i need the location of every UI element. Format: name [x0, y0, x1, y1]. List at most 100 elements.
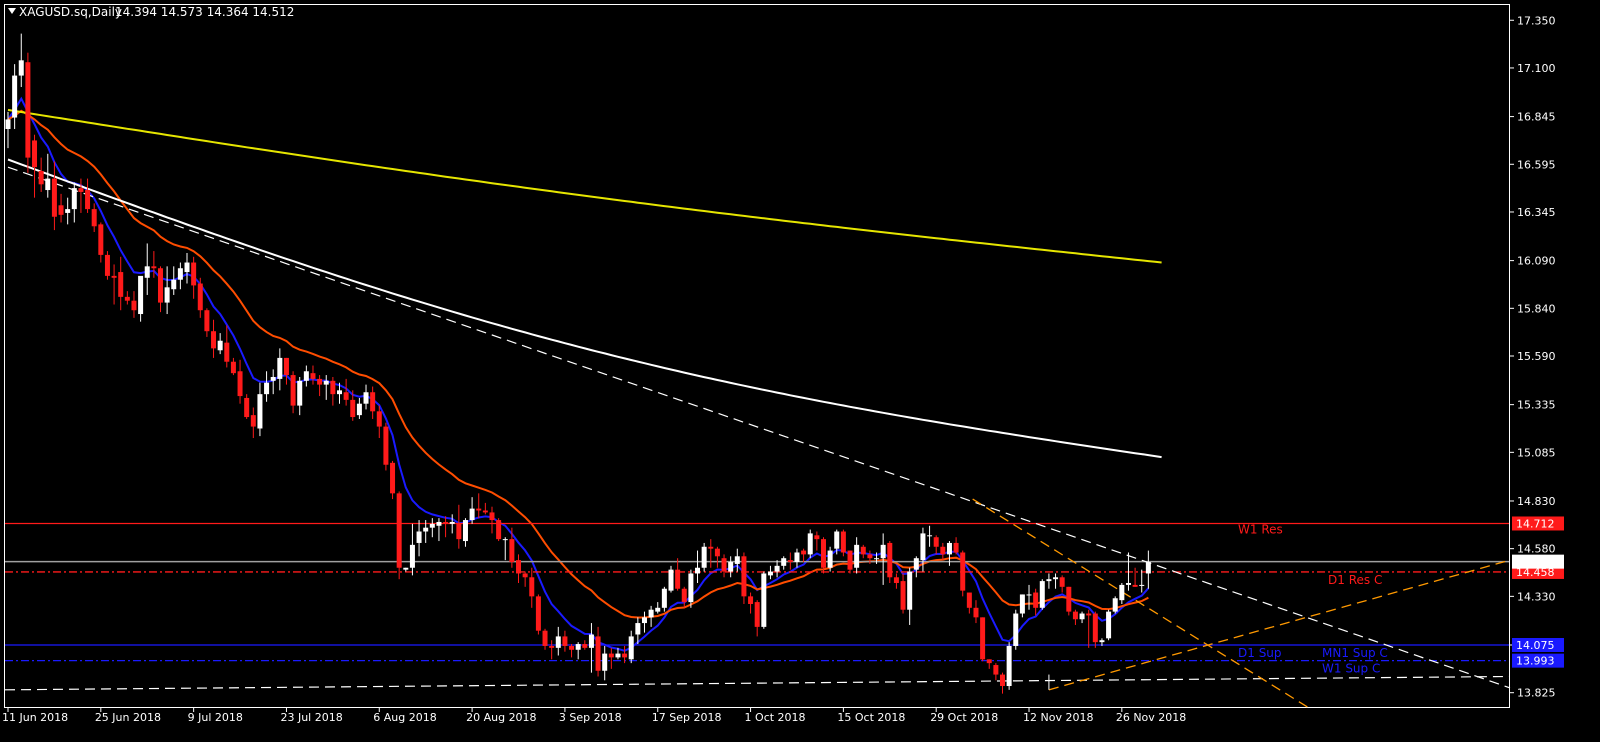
candle-bear	[330, 380, 336, 395]
candle-bear	[350, 399, 356, 418]
candle-bull	[920, 533, 926, 561]
price-tag-text: 13.993	[1516, 655, 1555, 668]
candle-bull	[469, 508, 475, 521]
candle-bear	[953, 542, 959, 553]
candle-bear	[622, 653, 628, 658]
candle-bull	[1099, 640, 1105, 643]
candle-bear	[1072, 611, 1078, 620]
candle-bull	[363, 392, 369, 404]
candle-bull	[409, 544, 415, 568]
candle-bear	[317, 378, 323, 385]
candle-bear	[900, 581, 906, 610]
candle-bull	[1125, 583, 1131, 585]
level-label-mn1-sup-c: MN1 Sup C	[1322, 646, 1388, 660]
candle-bull	[416, 531, 422, 543]
candle-bull	[177, 268, 183, 280]
candle-bear	[973, 607, 979, 618]
candle-bear	[966, 592, 972, 608]
candle-bull	[164, 287, 170, 303]
candle-bull	[655, 607, 661, 612]
y-tick-label: 14.580	[1517, 543, 1556, 556]
candle-bull	[615, 653, 621, 658]
candle-bear	[118, 272, 124, 297]
candle-bear	[51, 178, 57, 217]
candle-bull	[502, 539, 508, 541]
candle-bear	[237, 371, 243, 397]
candle-bull	[1019, 594, 1025, 614]
candle-bull	[701, 546, 707, 568]
candle-bull	[184, 262, 190, 273]
candle-bull	[834, 531, 840, 549]
candle-bull	[257, 394, 263, 429]
candle-bear	[204, 310, 210, 332]
candle-bear	[283, 357, 289, 376]
candle-bear	[38, 170, 44, 185]
candle-bull	[1013, 613, 1019, 646]
candle-bull	[880, 544, 886, 559]
candle-bear	[893, 577, 899, 584]
candle-bull	[602, 653, 608, 671]
x-tick-label: 6 Aug 2018	[373, 711, 436, 724]
candle-bull	[436, 521, 442, 526]
candle-bear	[529, 577, 535, 597]
candle-bull	[277, 357, 283, 379]
price-chart[interactable]: W1 Res D1 Res C D1 Sup MN1 Sup C W1 Sup C 17…	[0, 0, 1600, 742]
x-tick-label: 9 Jul 2018	[188, 711, 243, 724]
candle-bear	[840, 531, 846, 553]
candle-bear	[396, 493, 402, 568]
candle-bull	[927, 535, 933, 537]
price-tag-text: 14.075	[1516, 639, 1555, 652]
candle-bull	[661, 588, 667, 608]
candle-bear	[78, 188, 84, 192]
candle-bear	[58, 205, 64, 215]
candle-bear	[675, 569, 681, 589]
candle-bull	[264, 382, 270, 395]
candle-bull	[641, 617, 647, 624]
candle-bear	[489, 512, 495, 521]
candle-bull	[1119, 584, 1125, 601]
candle-bear	[595, 636, 601, 671]
y-tick-label: 16.845	[1517, 111, 1556, 124]
candle-bear	[310, 373, 316, 379]
candle-bear	[516, 560, 522, 574]
candle-bull	[462, 520, 468, 542]
candle-bear	[290, 375, 296, 406]
candle-bear	[582, 644, 588, 648]
candle-bull	[688, 573, 694, 603]
candle-bull	[5, 119, 11, 129]
chart-header: XAGUSD.sq,Daily 14.394 14.573 14.364 14.…	[8, 5, 294, 19]
candle-bull	[774, 565, 780, 572]
y-tick-label: 15.840	[1517, 302, 1556, 315]
y-tick-label: 15.085	[1517, 446, 1556, 459]
x-tick-label: 11 Jun 2018	[2, 711, 68, 724]
candle-bull	[807, 533, 813, 555]
candle-bear	[191, 262, 197, 286]
candle-bull	[18, 60, 24, 76]
candle-bear	[157, 268, 163, 303]
candle-bear	[244, 397, 250, 418]
candle-bear	[801, 550, 807, 555]
y-tick-label: 17.100	[1517, 62, 1556, 75]
candle-bear	[721, 558, 727, 572]
candle-bull	[555, 636, 561, 648]
candle-bear	[1066, 586, 1072, 612]
candle-bull	[65, 209, 71, 213]
candle-bear	[443, 521, 449, 524]
candle-bear	[509, 539, 515, 563]
candle-bear	[383, 426, 389, 465]
candle-bear	[1000, 674, 1005, 687]
x-tick-label: 3 Sep 2018	[559, 711, 622, 724]
candle-bear	[456, 523, 462, 540]
level-label-d1-sup: D1 Sup	[1238, 646, 1282, 660]
candle-bull	[854, 544, 860, 568]
candle-bear	[714, 548, 720, 557]
candle-bull	[71, 188, 77, 210]
x-tick-label: 26 Nov 2018	[1116, 711, 1186, 724]
y-tick-label: 16.090	[1517, 255, 1556, 268]
candle-bear	[708, 546, 714, 549]
candle-bear	[741, 556, 747, 597]
candle-bull	[734, 556, 740, 564]
candle-bear	[104, 254, 110, 276]
candle-bull	[575, 644, 581, 650]
candle-bull	[171, 279, 177, 290]
